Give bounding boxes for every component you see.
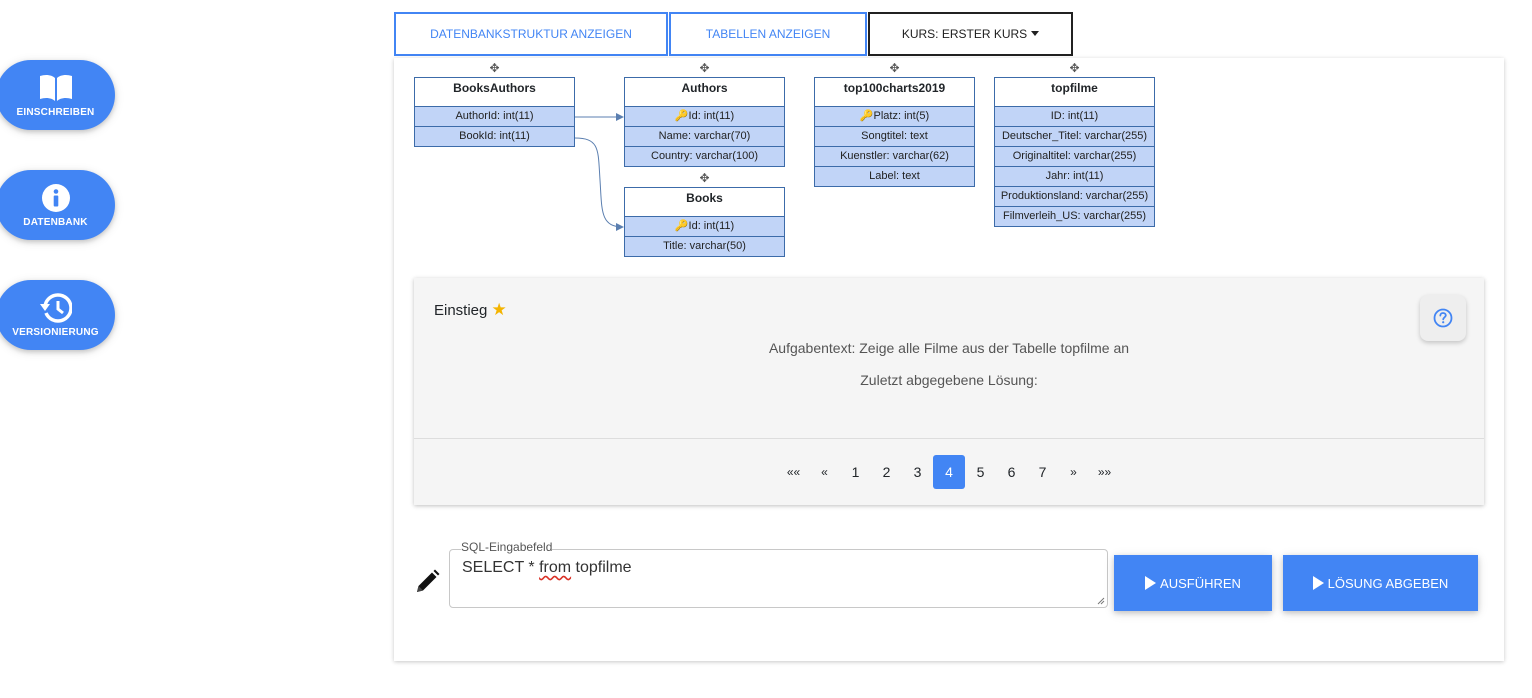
er-table-title: Books bbox=[624, 187, 785, 217]
move-icon[interactable]: ✥ bbox=[624, 62, 785, 74]
pagination: «« « 1 2 3 4 5 6 7 » »» bbox=[414, 455, 1484, 489]
er-column: Songtitel: text bbox=[814, 127, 975, 147]
page-first[interactable]: «« bbox=[778, 455, 809, 489]
er-table-title: topfilme bbox=[994, 77, 1155, 107]
er-column-primary-key: 🔑Id: int(11) bbox=[624, 217, 785, 237]
page-2[interactable]: 2 bbox=[871, 455, 902, 489]
play-icon bbox=[1312, 576, 1324, 590]
question-circle-icon bbox=[1433, 308, 1453, 328]
pencil-icon bbox=[417, 569, 440, 592]
er-column: Originaltitel: varchar(255) bbox=[994, 147, 1155, 167]
er-table-booksauthors[interactable]: ✥ BooksAuthors AuthorId: int(11) BookId:… bbox=[414, 62, 575, 147]
er-column: BookId: int(11) bbox=[414, 127, 575, 147]
move-icon[interactable]: ✥ bbox=[414, 62, 575, 74]
star-icon: ★ bbox=[491, 300, 507, 319]
key-icon: 🔑 bbox=[674, 220, 689, 232]
submit-solution-button[interactable]: LÖSUNG ABGEBEN bbox=[1283, 555, 1478, 611]
submit-button-label: LÖSUNG ABGEBEN bbox=[1327, 575, 1449, 591]
page-1[interactable]: 1 bbox=[840, 455, 871, 489]
resize-handle-icon[interactable] bbox=[1097, 597, 1105, 605]
task-level-label: Einstieg bbox=[434, 302, 488, 319]
sql-text-suffix: topfilme bbox=[571, 559, 632, 576]
sql-input[interactable]: SELECT * from topfilme bbox=[449, 549, 1108, 608]
er-column: Label: text bbox=[814, 167, 975, 187]
er-table-title: Authors bbox=[624, 77, 785, 107]
divider bbox=[414, 438, 1484, 439]
er-column: Id: int(11) bbox=[688, 110, 735, 122]
er-column: Filmverleih_US: varchar(255) bbox=[994, 207, 1155, 227]
help-button[interactable] bbox=[1420, 295, 1466, 341]
er-table-top100charts2019[interactable]: ✥ top100charts2019 🔑Platz: int(5) Songti… bbox=[814, 62, 975, 187]
move-icon[interactable]: ✥ bbox=[624, 172, 785, 184]
er-column: Platz: int(5) bbox=[873, 110, 930, 122]
page-3[interactable]: 3 bbox=[902, 455, 933, 489]
play-icon bbox=[1145, 576, 1157, 590]
er-column: Title: varchar(50) bbox=[624, 237, 785, 257]
er-column: Kuenstler: varchar(62) bbox=[814, 147, 975, 167]
er-column: Deutscher_Titel: varchar(255) bbox=[994, 127, 1155, 147]
er-column: ID: int(11) bbox=[994, 107, 1155, 127]
page-5[interactable]: 5 bbox=[965, 455, 996, 489]
sql-input-label: SQL-Eingabefeld bbox=[461, 540, 553, 554]
page-6[interactable]: 6 bbox=[996, 455, 1027, 489]
move-icon[interactable]: ✥ bbox=[994, 62, 1155, 74]
task-text: Aufgabentext: Zeige alle Filme aus der T… bbox=[768, 340, 1130, 356]
page-next[interactable]: » bbox=[1058, 455, 1089, 489]
er-column: Produktionsland: varchar(255) bbox=[994, 187, 1155, 207]
sql-text-flagged: from bbox=[539, 559, 572, 576]
page-last[interactable]: »» bbox=[1089, 455, 1120, 489]
sql-text-prefix: SELECT * bbox=[462, 559, 540, 576]
er-table-authors[interactable]: ✥ Authors 🔑Id: int(11) Name: varchar(70)… bbox=[624, 62, 785, 167]
task-panel: Einstieg ★ Aufgabentext: Zeige alle Film… bbox=[414, 278, 1484, 505]
er-column: Id: int(11) bbox=[688, 220, 735, 232]
er-column: Country: varchar(100) bbox=[624, 147, 785, 167]
task-level: Einstieg ★ bbox=[434, 300, 507, 320]
key-icon: 🔑 bbox=[859, 110, 874, 122]
er-column: Jahr: int(11) bbox=[994, 167, 1155, 187]
run-button[interactable]: AUSFÜHREN bbox=[1114, 555, 1272, 611]
er-column-primary-key: 🔑Id: int(11) bbox=[624, 107, 785, 127]
page-4-active[interactable]: 4 bbox=[933, 455, 965, 489]
er-table-title: top100charts2019 bbox=[814, 77, 975, 107]
move-icon[interactable]: ✥ bbox=[814, 62, 975, 74]
relation-line-bookid bbox=[574, 137, 624, 231]
page-7[interactable]: 7 bbox=[1027, 455, 1058, 489]
er-column-primary-key: 🔑Platz: int(5) bbox=[814, 107, 975, 127]
er-table-title: BooksAuthors bbox=[414, 77, 575, 107]
last-solution-label: Zuletzt abgegebene Lösung: bbox=[860, 372, 1038, 388]
er-table-books[interactable]: ✥ Books 🔑Id: int(11) Title: varchar(50) bbox=[624, 172, 785, 257]
key-icon: 🔑 bbox=[674, 110, 689, 122]
page-prev[interactable]: « bbox=[809, 455, 840, 489]
er-column: AuthorId: int(11) bbox=[414, 107, 575, 127]
run-button-label: AUSFÜHREN bbox=[1160, 575, 1241, 591]
er-table-topfilme[interactable]: ✥ topfilme ID: int(11) Deutscher_Titel: … bbox=[994, 62, 1155, 227]
er-column: Name: varchar(70) bbox=[624, 127, 785, 147]
